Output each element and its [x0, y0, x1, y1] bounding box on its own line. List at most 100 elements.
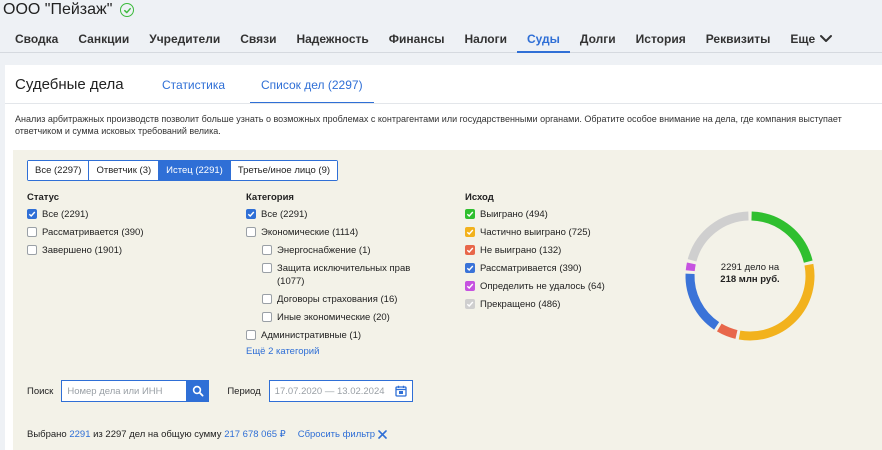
- category-option[interactable]: Экономические (1114): [246, 226, 426, 239]
- category-option-label: Административные (1): [261, 330, 362, 341]
- nav-item[interactable]: Санкции: [68, 25, 139, 53]
- role-filter-defendant[interactable]: Ответчик (3): [89, 161, 160, 180]
- nav-more-button[interactable]: Еще: [780, 25, 843, 53]
- checkbox-icon[interactable]: [27, 245, 37, 255]
- nav-more-label: Еще: [790, 32, 816, 46]
- category-option[interactable]: Административные (1): [246, 329, 426, 342]
- summary-amount: 217 678 065 ₽: [224, 429, 286, 440]
- status-option[interactable]: Все (2291): [27, 208, 144, 221]
- panel-description: Анализ арбитражных производств позволит …: [15, 114, 842, 136]
- reset-filter-button[interactable]: Сбросить фильтр: [298, 429, 387, 440]
- checkbox-checked-icon[interactable]: [246, 209, 256, 219]
- donut-slice-6: [687, 211, 749, 262]
- role-filter-all[interactable]: Все (2297): [28, 161, 90, 180]
- status-option-label: Все (2291): [42, 209, 89, 220]
- tab-case-list[interactable]: Список дел (2297): [250, 78, 374, 104]
- nav-item-label: Финансы: [388, 32, 445, 46]
- category-option-label: Все (2291): [261, 209, 308, 220]
- nav-item-label: Суды: [527, 32, 560, 46]
- status-heading: Статус: [27, 192, 60, 203]
- nav-item-label: Учредители: [149, 32, 221, 46]
- nav-item[interactable]: История: [626, 25, 696, 53]
- nav-item-label: Санкции: [78, 32, 130, 46]
- tab-statistics[interactable]: Статистика: [162, 78, 225, 92]
- period-input[interactable]: 17.07.2020 — 13.02.2024: [268, 380, 413, 402]
- category-option-label: Договоры страхования (16): [277, 294, 398, 305]
- close-icon: [378, 430, 387, 439]
- checkbox-icon[interactable]: [27, 227, 37, 237]
- outcome-filter: Исход Выиграно (494) Частично выиграно (…: [465, 192, 605, 316]
- checkbox-icon[interactable]: [246, 227, 256, 237]
- outcome-option[interactable]: Определить не удалось (64): [465, 280, 605, 293]
- summary-middle-text: из 2297 дел на общую сумму: [93, 429, 222, 440]
- category-option[interactable]: Все (2291): [246, 208, 426, 221]
- top-bar: ООО "Пейзаж" Сводка Санкции Учредители С…: [0, 0, 882, 53]
- nav-item-active[interactable]: Суды: [517, 25, 570, 53]
- checkbox-icon[interactable]: [262, 312, 272, 322]
- checkbox-checked-icon[interactable]: [465, 227, 475, 237]
- checkbox-checked-icon[interactable]: [465, 281, 475, 291]
- outcome-option[interactable]: Частично выиграно (725): [465, 226, 605, 239]
- panel-title: Судебные дела: [15, 76, 124, 93]
- status-option[interactable]: Рассматривается (390): [27, 226, 144, 239]
- status-option[interactable]: Завершено (1901): [27, 244, 144, 257]
- nav-item[interactable]: Сводка: [0, 25, 68, 53]
- checkbox-icon[interactable]: [262, 263, 272, 273]
- donut-center-count: 2291 дело на: [720, 262, 780, 273]
- nav-item[interactable]: Учредители: [139, 25, 230, 53]
- category-suboption[interactable]: Защита исключительных прав (1077): [262, 262, 412, 288]
- category-option-label: Энергоснабжение (1): [277, 245, 371, 256]
- outcome-option[interactable]: Не выиграно (132): [465, 244, 605, 257]
- category-heading: Категория: [246, 192, 294, 203]
- verified-check-icon: [120, 3, 135, 17]
- checkbox-checked-icon[interactable]: [27, 209, 37, 219]
- checkbox-checked-icon[interactable]: [465, 209, 475, 219]
- outcome-option-label: Определить не удалось (64): [480, 281, 605, 292]
- checkbox-checked-icon[interactable]: [465, 245, 475, 255]
- outcome-option[interactable]: Рассматривается (390): [465, 262, 605, 275]
- search-button[interactable]: [187, 380, 210, 402]
- summary-selected-count: 2291: [69, 429, 91, 440]
- divider: [5, 103, 882, 104]
- nav-item[interactable]: Связи: [230, 25, 286, 53]
- period-value: 17.07.2020 — 13.02.2024: [274, 385, 385, 397]
- donut-slice-1: [751, 211, 813, 263]
- nav-item[interactable]: Долги: [570, 25, 626, 53]
- nav-item[interactable]: Надежность: [286, 25, 378, 53]
- category-suboption[interactable]: Договоры страхования (16): [262, 293, 426, 306]
- checkbox-checked-icon[interactable]: [465, 299, 475, 309]
- reset-filter-label: Сбросить фильтр: [297, 429, 376, 440]
- search-icon: [193, 385, 204, 397]
- outcome-option[interactable]: Прекращено (486): [465, 298, 605, 311]
- category-suboption[interactable]: Энергоснабжение (1): [262, 244, 426, 257]
- outcome-option-label: Не выиграно (132): [480, 245, 562, 256]
- checkbox-icon[interactable]: [246, 330, 256, 340]
- role-filter-plaintiff[interactable]: Истец (2291): [159, 161, 231, 180]
- donut-slice-3: [716, 323, 738, 339]
- nav-item[interactable]: Финансы: [379, 25, 455, 53]
- nav-item-label: Связи: [240, 32, 277, 46]
- nav-item[interactable]: Налоги: [455, 25, 518, 53]
- nav-item-label: Надежность: [296, 32, 369, 46]
- search-row: Поиск Номер дела или ИНН Период 17.07.20…: [27, 380, 413, 402]
- company-name: ООО "Пейзаж": [3, 1, 113, 18]
- nav-item[interactable]: Реквизиты: [696, 25, 781, 53]
- donut-center-label: 2291 дело на 218 млн руб.: [679, 262, 821, 286]
- more-categories-link[interactable]: Ещё 2 категорий: [246, 346, 426, 357]
- chevron-down-icon: [820, 35, 833, 42]
- category-option-label: Экономические (1114): [261, 227, 359, 238]
- outcome-option-label: Выиграно (494): [480, 209, 548, 220]
- checkbox-icon[interactable]: [262, 294, 272, 304]
- calendar-icon[interactable]: [395, 385, 407, 397]
- checkbox-checked-icon[interactable]: [465, 263, 475, 273]
- search-input[interactable]: Номер дела или ИНН: [61, 380, 188, 402]
- section-nav: Сводка Санкции Учредители Связи Надежнос…: [0, 25, 843, 53]
- role-filter-third-party[interactable]: Третье/иное лицо (9): [230, 161, 338, 180]
- category-suboption[interactable]: Иные экономические (20): [262, 311, 426, 324]
- nav-item-label: Реквизиты: [705, 32, 771, 46]
- checkbox-icon[interactable]: [262, 245, 272, 255]
- outcome-option-label: Рассматривается (390): [480, 263, 582, 274]
- category-option-label: Защита исключительных прав (1077): [277, 263, 411, 287]
- donut-center-amount: 218 млн руб.: [720, 274, 780, 285]
- outcome-option[interactable]: Выиграно (494): [465, 208, 605, 221]
